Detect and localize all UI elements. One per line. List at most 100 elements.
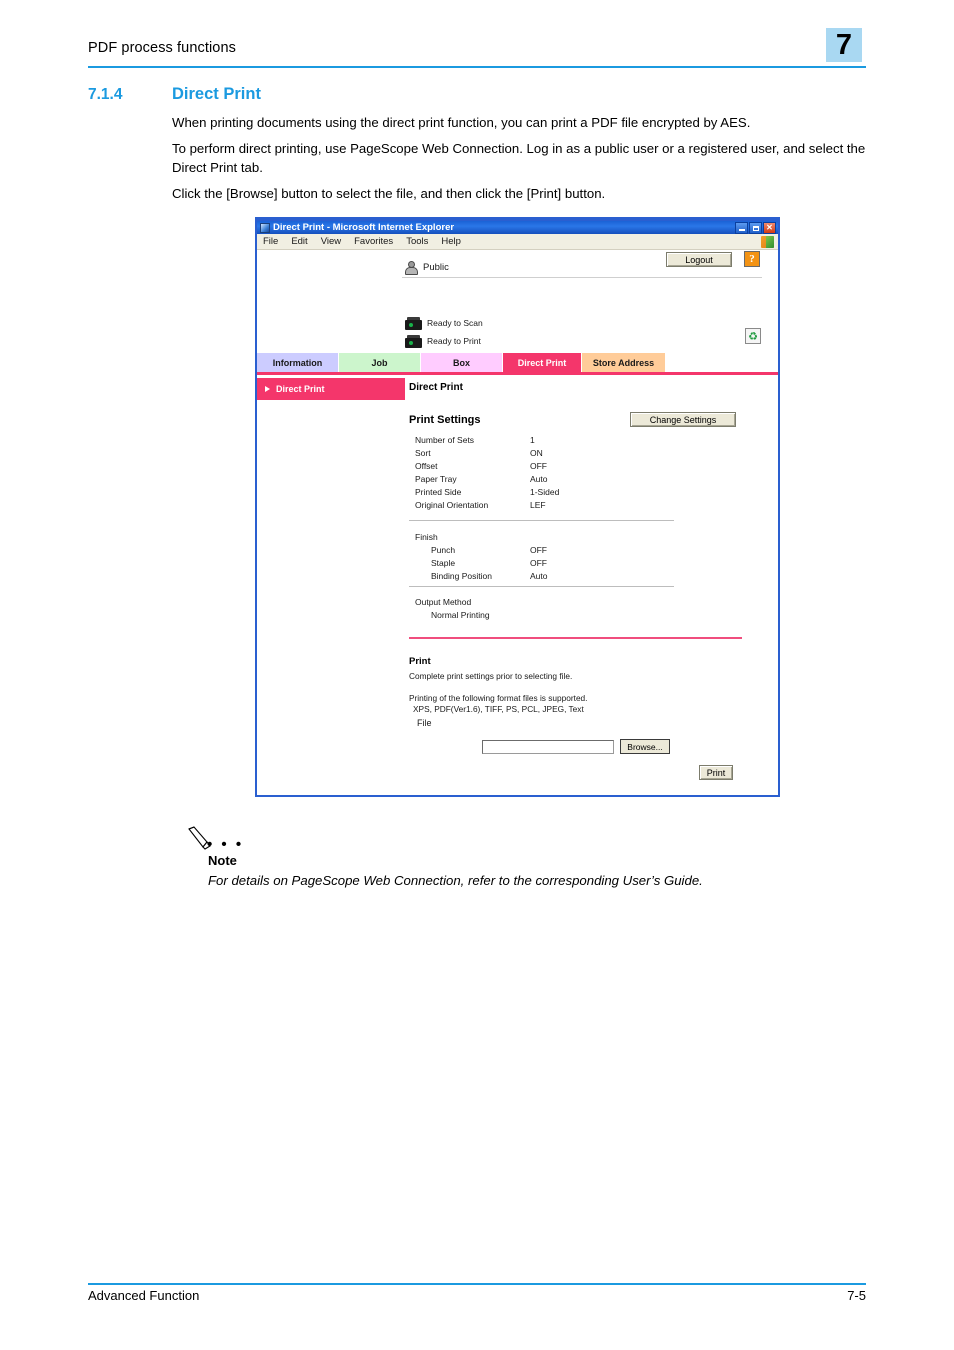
table-row: Normal Printing [415,608,675,621]
setting-key: Staple [431,557,456,568]
minimize-icon[interactable] [735,222,748,234]
browser-menubar: File Edit View Favorites Tools Help [257,234,778,250]
setting-key: Number of Sets [415,434,475,445]
status-label-scan: Ready to Scan [427,318,483,328]
print-section-heading: Print [409,656,431,667]
scanner-icon [405,316,422,330]
menu-item-help[interactable]: Help [441,236,461,247]
tab-box[interactable]: Box [421,353,503,372]
browser-window-screenshot: Direct Print - Microsoft Internet Explor… [255,217,780,797]
divider-1 [409,520,674,521]
finish-settings-table: Finish Punch OFF Staple OFF Binding Posi… [415,530,675,582]
device-status-block: Ready to Scan Ready to Print [405,315,483,351]
setting-key: Original Orientation [415,499,489,510]
recycle-icon[interactable]: ♻ [745,328,761,344]
setting-key: Punch [431,544,456,555]
web-page-content: Public Logout ? Ready to Scan Ready to P… [257,250,778,795]
setting-value: 1 [530,434,535,445]
setting-value: LEF [530,499,546,510]
table-row: Paper Tray Auto [415,472,675,485]
print-button[interactable]: Print [699,765,733,780]
change-settings-button[interactable]: Change Settings [630,412,736,427]
table-row-group: Output Method [415,595,675,608]
menu-item-file[interactable]: File [263,236,278,247]
table-row: Offset OFF [415,459,675,472]
user-name-label: Public [423,262,449,273]
table-row: Sort ON [415,446,675,459]
browser-window-title: Direct Print - Microsoft Internet Explor… [273,222,455,233]
help-icon[interactable]: ? [744,251,760,267]
main-tab-bar: Information Job Box Direct Print Store A… [257,353,778,372]
page-header: PDF process functions [88,34,866,74]
setting-value: OFF [530,557,547,568]
printer-icon [405,334,422,348]
table-row: Punch OFF [415,543,675,556]
table-row-group: Finish [415,530,675,543]
status-row-print: Ready to Print [405,333,483,349]
tab-direct-print[interactable]: Direct Print [503,353,582,372]
header-rule [88,66,866,68]
tab-job[interactable]: Job [339,353,421,372]
print-section-line-2: Printing of the following format files i… [409,693,588,703]
logout-button[interactable]: Logout [666,252,732,267]
setting-value: 1-Sided [530,486,560,497]
sidebar-item-direct-print[interactable]: Direct Print [257,378,405,400]
menu-item-edit[interactable]: Edit [291,236,307,247]
note-dots: • • • [207,836,244,853]
setting-key: Normal Printing [431,609,490,620]
print-section-line-3: XPS, PDF(Ver1.6), TIFF, PS, PCL, JPEG, T… [413,704,584,714]
footer-left-label: Advanced Function [88,1288,200,1303]
browser-titlebar: Direct Print - Microsoft Internet Explor… [257,219,778,234]
triangle-right-icon [265,386,270,392]
setting-key: Printed Side [415,486,462,497]
windows-flag-icon [761,236,774,248]
table-row: Original Orientation LEF [415,498,675,511]
running-head: PDF process functions [88,40,236,56]
table-row: Staple OFF [415,556,675,569]
print-settings-heading: Print Settings [409,414,481,426]
menu-item-favorites[interactable]: Favorites [354,236,393,247]
tab-underline [257,372,778,375]
chapter-number: 7 [835,29,853,61]
footer-rule [88,1283,866,1285]
setting-key: Offset [415,460,438,471]
setting-value: Auto [530,473,548,484]
tab-store-address[interactable]: Store Address [582,353,666,372]
status-row-scan: Ready to Scan [405,315,483,331]
setting-value: OFF [530,460,547,471]
menu-item-tools[interactable]: Tools [406,236,428,247]
table-row: Printed Side 1-Sided [415,485,675,498]
paragraph-3: Click the [Browse] button to select the … [172,186,606,201]
note-text: For details on PageScope Web Connection,… [208,873,703,888]
table-row: Binding Position Auto [415,569,675,582]
print-settings-table: Number of Sets 1 Sort ON Offset OFF Pape… [415,433,675,511]
ie-document-icon [260,222,270,233]
browse-button[interactable]: Browse... [620,739,670,754]
setting-value: OFF [530,544,547,555]
close-icon[interactable]: ✕ [763,222,776,234]
setting-key: Sort [415,447,431,458]
status-label-print: Ready to Print [427,336,481,346]
paragraph-2: To perform direct printing, use PageScop… [172,141,866,175]
user-icon [405,261,418,275]
window-controls: ✕ [735,222,776,234]
setting-value: Auto [530,570,548,581]
paragraph-1: When printing documents using the direct… [172,115,751,130]
note-title: Note [208,853,237,868]
divider-2 [409,586,674,587]
setting-key: Paper Tray [415,473,457,484]
content-heading: Direct Print [409,382,463,393]
output-method-table: Output Method Normal Printing [415,595,675,621]
file-path-input[interactable] [482,740,614,754]
table-row: Number of Sets 1 [415,433,675,446]
maximize-icon[interactable] [749,222,762,234]
sidebar-item-label: Direct Print [276,384,325,394]
file-field-label: File [417,718,432,728]
page-number: 7-5 [847,1288,866,1303]
print-section-line-1: Complete print settings prior to selecti… [409,671,573,681]
menu-item-view[interactable]: View [321,236,341,247]
divider-pink-top [409,637,742,639]
tab-information[interactable]: Information [257,353,339,372]
setting-key: Binding Position [431,570,492,581]
page-title: Direct Print [172,85,261,103]
